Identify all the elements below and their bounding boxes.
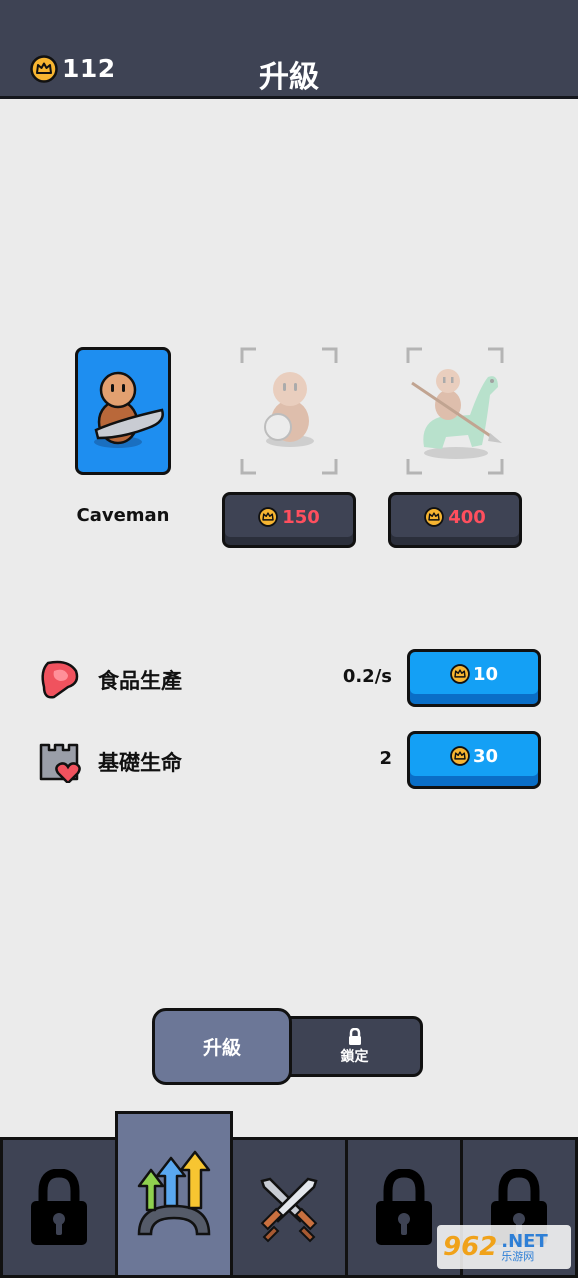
crown-coin-icon	[450, 746, 470, 766]
unit-card-locked-2[interactable]	[406, 347, 504, 475]
unit-name-caveman: Caveman	[76, 505, 170, 526]
lock-icon	[31, 1168, 87, 1245]
stat-value: 2	[379, 748, 392, 769]
unit-card-caveman[interactable]	[75, 347, 171, 475]
stat-label: 基礎生命	[98, 751, 182, 775]
unit-buy-button-150[interactable]: 150	[222, 492, 356, 548]
nav-tab-locked-1[interactable]	[0, 1137, 118, 1278]
caveman-icon	[94, 371, 164, 448]
dino-rider-icon	[411, 369, 502, 459]
castle-heart-icon	[39, 743, 81, 783]
unit-price: 150	[282, 506, 320, 528]
upgrade-arrows-icon	[137, 1150, 211, 1235]
crown-coin-icon	[258, 507, 279, 527]
upgrade-price: 10	[472, 663, 499, 685]
unit-price: 400	[448, 506, 486, 528]
watermark-sub: 乐游网	[501, 1249, 535, 1263]
stat-row-base-health: 基礎生命 2 30	[0, 731, 578, 791]
stat-label: 食品生產	[98, 669, 182, 693]
stat-row-food-production: 食品生產 0.2/s 10	[0, 649, 578, 709]
segment-upgrade-label: 升級	[202, 1037, 241, 1059]
stat-value: 0.2/s	[342, 666, 392, 687]
top-bar: 112 升級	[0, 0, 578, 99]
lock-icon	[348, 1027, 361, 1045]
segment-locked-label: 鎖定	[340, 1048, 369, 1065]
watermark-number: 962	[443, 1232, 498, 1262]
upgrade-health-button[interactable]: 30	[407, 731, 541, 789]
watermark-suffix: .NET	[501, 1230, 548, 1252]
page-title: 升級	[259, 60, 319, 95]
meat-icon	[41, 660, 79, 699]
nav-tab-battle[interactable]	[230, 1137, 348, 1278]
unit-card-locked-1[interactable]	[240, 347, 338, 475]
crossed-swords-icon	[260, 1177, 318, 1242]
nav-tab-upgrade[interactable]	[115, 1111, 233, 1278]
upgrade-food-button[interactable]: 10	[407, 649, 541, 707]
shield-warrior-icon	[264, 372, 314, 447]
lock-icon	[376, 1168, 432, 1245]
segment-locked[interactable]: 鎖定	[286, 1016, 423, 1077]
unit-buy-button-400[interactable]: 400	[388, 492, 522, 548]
upgrade-price: 30	[472, 745, 499, 767]
site-watermark: 962 .NET 乐游网	[437, 1225, 571, 1269]
crown-coin-icon	[424, 507, 445, 527]
segment-upgrade[interactable]: 升級	[152, 1008, 292, 1085]
crown-coin-icon	[450, 664, 470, 684]
